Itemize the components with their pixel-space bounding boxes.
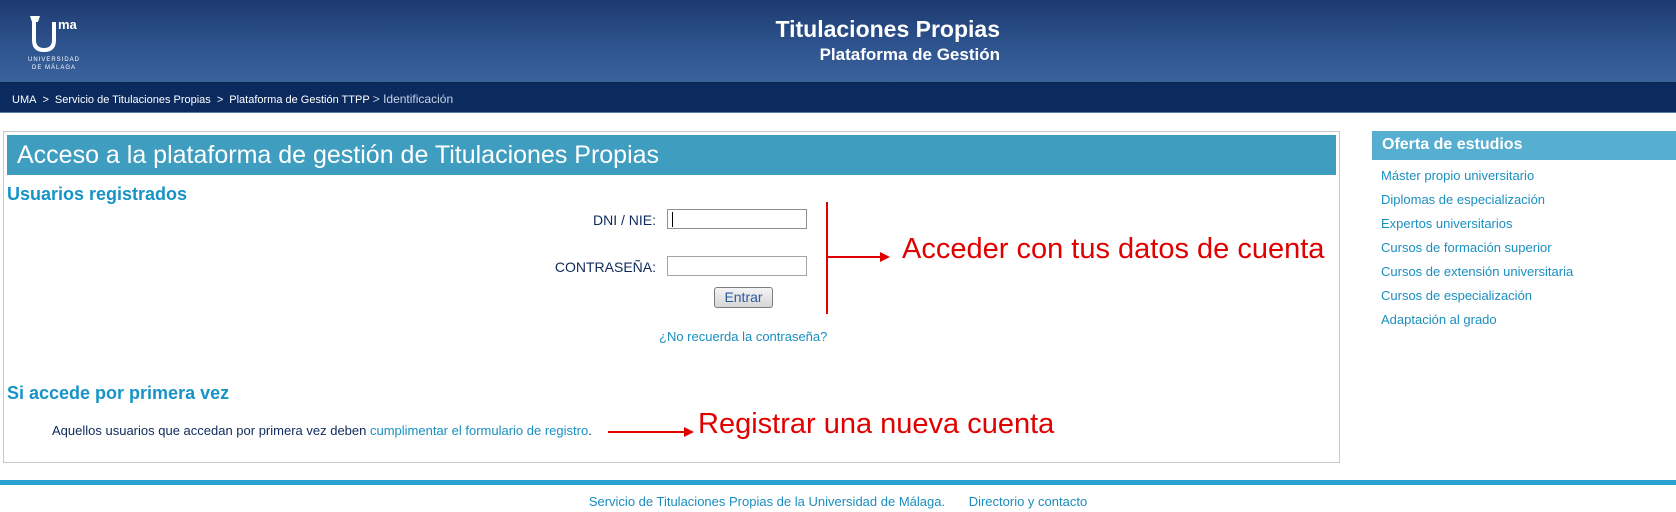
- register-form-link[interactable]: cumplimentar el formulario de registro: [370, 423, 588, 438]
- registered-users-heading: Usuarios registrados: [7, 184, 188, 204]
- first-access-heading: Si accede por primera vez: [7, 383, 230, 403]
- login-panel: Acceso a la plataforma de gestión de Tit…: [3, 131, 1340, 463]
- annotation-register-text: Registrar una nueva cuenta: [698, 408, 1055, 440]
- login-button[interactable]: Entrar: [714, 287, 773, 308]
- password-label: CONTRASEÑA:: [554, 259, 656, 275]
- register-text-end: .: [588, 423, 592, 438]
- site-subtitle: Plataforma de Gestión: [819, 45, 1000, 64]
- site-title-main: Titulaciones Propias: [775, 16, 1000, 42]
- page-title: Acceso a la plataforma de gestión de Tit…: [7, 135, 1336, 175]
- breadcrumb-item-servicio[interactable]: Servicio de Titulaciones Propias: [55, 94, 211, 106]
- breadcrumb: UMA > Servicio de Titulaciones Propias > Pla…: [0, 83, 1676, 113]
- forgot-password-link[interactable]: ¿No recuerda la contraseña?: [659, 329, 827, 344]
- site-title: Titulaciones Propias Plataforma de Gesti…: [700, 16, 1000, 65]
- annotation-arrow-login-line: [828, 256, 884, 258]
- logo-mark: ma: [58, 17, 77, 32]
- breadcrumb-separator: >: [42, 94, 49, 106]
- footer-contact-link[interactable]: Directorio y contacto: [969, 494, 1088, 509]
- annotation-arrow-register-icon: [684, 427, 694, 437]
- sidebar-item-master[interactable]: Máster propio universitario: [1372, 164, 1676, 188]
- site-footer: Servicio de Titulaciones Propias de la U…: [0, 494, 1676, 509]
- breadcrumb-separator: >: [216, 94, 224, 106]
- uma-logo[interactable]: ma UNIVERSIDAD DE MÁLAGA: [24, 14, 84, 74]
- footer-service-link[interactable]: Servicio de Titulaciones Propias de la U…: [589, 494, 945, 509]
- sidebar-item-adaptacion[interactable]: Adaptación al grado: [1372, 308, 1676, 332]
- annotation-login-text: Acceder con tus datos de cuenta: [902, 233, 1325, 265]
- annotation-bracket-line: [826, 202, 828, 314]
- register-text: Aquellos usuarios que accedan por primer…: [52, 423, 370, 438]
- sidebar-item-diplomas[interactable]: Diplomas de especialización: [1372, 188, 1676, 212]
- logo-text: UNIVERSIDAD DE MÁLAGA: [27, 57, 80, 71]
- sidebar-list: Máster propio universitario Diplomas de …: [1372, 164, 1676, 332]
- annotation-arrow-register-line: [608, 431, 688, 433]
- dni-label: DNI / NIE:: [592, 212, 656, 228]
- breadcrumb-current: > Identificación: [372, 92, 454, 106]
- footer-divider: [0, 480, 1676, 485]
- site-header: ma UNIVERSIDAD DE MÁLAGA Titulaciones Pr…: [0, 0, 1676, 83]
- sidebar-item-extension[interactable]: Cursos de extensión universitaria: [1372, 260, 1676, 284]
- study-offer-sidebar: Oferta de estudios Máster propio univers…: [1372, 131, 1676, 332]
- sidebar-title: Oferta de estudios: [1372, 131, 1676, 160]
- dni-input[interactable]: [667, 209, 807, 229]
- password-input[interactable]: [667, 256, 807, 276]
- uma-logo-icon: [30, 16, 56, 52]
- breadcrumb-item-plataforma[interactable]: Plataforma de Gestión TTPP: [229, 94, 369, 106]
- sidebar-item-especializacion[interactable]: Cursos de especialización: [1372, 284, 1676, 308]
- sidebar-item-expertos[interactable]: Expertos universitarios: [1372, 212, 1676, 236]
- sidebar-item-formacion-superior[interactable]: Cursos de formación superior: [1372, 236, 1676, 260]
- register-instructions: Aquellos usuarios que accedan por primer…: [52, 423, 592, 438]
- annotation-arrow-login-icon: [880, 252, 890, 262]
- text-caret: [672, 212, 673, 227]
- breadcrumb-item-uma[interactable]: UMA: [12, 94, 36, 106]
